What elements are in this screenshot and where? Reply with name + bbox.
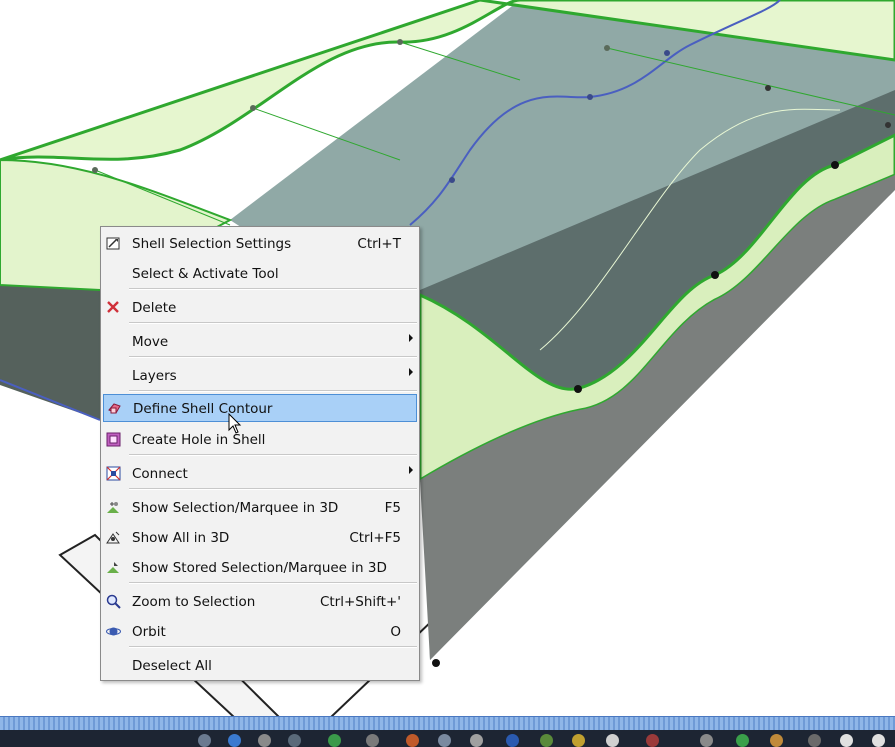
menu-item-deselect-all[interactable]: Deselect All bbox=[101, 652, 419, 680]
menu-item-label: Connect bbox=[132, 466, 188, 482]
hotspot[interactable] bbox=[711, 271, 719, 279]
menu-item-label: Shell Selection Settings bbox=[132, 236, 292, 252]
taskbar-app-icon[interactable] bbox=[572, 734, 585, 747]
taskbar-app-icon[interactable] bbox=[406, 734, 419, 747]
menu-item-label: Deselect All bbox=[132, 658, 212, 674]
taskbar-app-icon[interactable] bbox=[228, 734, 241, 747]
menu-item-label: Delete bbox=[132, 300, 177, 316]
taskbar-app-icon[interactable] bbox=[872, 734, 885, 747]
hotspot[interactable] bbox=[432, 659, 440, 667]
hotspot[interactable] bbox=[92, 167, 98, 173]
menu-item-label: Create Hole in Shell bbox=[132, 432, 266, 448]
menu-separator bbox=[129, 390, 417, 392]
delete-x-icon bbox=[107, 301, 119, 313]
menu-separator bbox=[129, 356, 417, 358]
show-all-3d-icon bbox=[106, 531, 120, 544]
menu-item-shell-selection-settings[interactable]: Shell Selection Settings Ctrl+T bbox=[101, 230, 419, 258]
menu-item-shortcut: F5 bbox=[384, 500, 401, 516]
menu-item-label: Show All in 3D bbox=[132, 530, 230, 546]
taskbar-app-icon[interactable] bbox=[736, 734, 749, 747]
taskbar-app-icon[interactable] bbox=[470, 734, 483, 747]
context-menu: Shell Selection Settings Ctrl+T Select &… bbox=[100, 226, 420, 681]
menu-separator bbox=[129, 454, 417, 456]
menu-item-label: Show Selection/Marquee in 3D bbox=[132, 500, 339, 516]
taskbar-app-icon[interactable] bbox=[438, 734, 451, 747]
taskbar-app-icon[interactable] bbox=[366, 734, 379, 747]
menu-item-select-activate-tool[interactable]: Select & Activate Tool bbox=[101, 260, 419, 288]
hotspot[interactable] bbox=[885, 122, 891, 128]
hotspot[interactable] bbox=[765, 85, 771, 91]
menu-separator bbox=[129, 488, 417, 490]
taskbar-app-icon[interactable] bbox=[840, 734, 853, 747]
shell-contour-icon bbox=[108, 403, 121, 414]
submenu-arrow-icon bbox=[409, 368, 413, 376]
connect-icon bbox=[106, 466, 121, 481]
taskbar-app-icon[interactable] bbox=[606, 734, 619, 747]
taskbar-app-icon[interactable] bbox=[700, 734, 713, 747]
menu-item-connect[interactable]: Connect bbox=[101, 460, 419, 488]
menu-item-label: Zoom to Selection bbox=[132, 594, 256, 610]
hotspot[interactable] bbox=[664, 50, 670, 56]
menu-item-label: Select & Activate Tool bbox=[132, 266, 279, 282]
menu-item-define-shell-contour[interactable]: Define Shell Contour bbox=[103, 394, 417, 422]
hotspot[interactable] bbox=[250, 105, 256, 111]
menu-item-create-hole-in-shell[interactable]: Create Hole in Shell bbox=[101, 426, 419, 454]
hotspot[interactable] bbox=[604, 45, 610, 51]
menu-item-delete[interactable]: Delete bbox=[101, 294, 419, 322]
menu-separator bbox=[129, 322, 417, 324]
submenu-arrow-icon bbox=[409, 334, 413, 342]
hotspot[interactable] bbox=[449, 177, 455, 183]
taskbar-app-icon[interactable] bbox=[258, 734, 271, 747]
menu-separator bbox=[129, 582, 417, 584]
menu-item-layers[interactable]: Layers bbox=[101, 362, 419, 390]
taskbar-app-icon[interactable] bbox=[506, 734, 519, 747]
menu-item-label: Orbit bbox=[132, 624, 166, 640]
window-bottom-border bbox=[0, 716, 895, 730]
hotspot[interactable] bbox=[397, 39, 403, 45]
shell-hole-icon bbox=[106, 432, 121, 447]
orbit-icon bbox=[106, 627, 121, 636]
menu-item-shortcut: Ctrl+Shift+' bbox=[319, 594, 401, 610]
menu-item-label: Define Shell Contour bbox=[133, 401, 273, 417]
taskbar-app-icon[interactable] bbox=[646, 734, 659, 747]
menu-item-show-stored-3d[interactable]: Show Stored Selection/Marquee in 3D bbox=[101, 554, 419, 582]
menu-item-label: Move bbox=[132, 334, 169, 350]
taskbar-app-icon[interactable] bbox=[808, 734, 821, 747]
menu-separator bbox=[129, 288, 417, 290]
menu-item-label: Layers bbox=[132, 368, 177, 384]
menu-item-shortcut: Ctrl+F5 bbox=[349, 530, 401, 546]
taskbar-app-icon[interactable] bbox=[770, 734, 783, 747]
menu-separator bbox=[129, 646, 417, 648]
taskbar-app-icon[interactable] bbox=[288, 734, 301, 747]
menu-item-orbit[interactable]: Orbit O bbox=[101, 618, 419, 646]
menu-item-shortcut: Ctrl+T bbox=[357, 236, 401, 252]
hotspot[interactable] bbox=[587, 94, 593, 100]
menu-item-show-all-3d[interactable]: Show All in 3D Ctrl+F5 bbox=[101, 524, 419, 552]
zoom-selection-icon bbox=[106, 594, 121, 609]
submenu-arrow-icon bbox=[409, 466, 413, 474]
menu-item-shortcut: O bbox=[390, 624, 401, 640]
show-stored-3d-icon bbox=[107, 562, 119, 573]
menu-item-zoom-to-selection[interactable]: Zoom to Selection Ctrl+Shift+' bbox=[101, 588, 419, 616]
hotspot[interactable] bbox=[574, 385, 582, 393]
menu-item-move[interactable]: Move bbox=[101, 328, 419, 356]
menu-item-label: Show Stored Selection/Marquee in 3D bbox=[132, 560, 387, 576]
show-selection-3d-icon bbox=[107, 502, 119, 513]
taskbar-app-icon[interactable] bbox=[198, 734, 211, 747]
taskbar-app-icon[interactable] bbox=[540, 734, 553, 747]
menu-item-show-selection-3d[interactable]: Show Selection/Marquee in 3D F5 bbox=[101, 494, 419, 522]
mouse-cursor-icon bbox=[228, 413, 242, 434]
shell-settings-icon bbox=[106, 237, 120, 250]
hotspot[interactable] bbox=[831, 161, 839, 169]
taskbar bbox=[0, 730, 895, 747]
taskbar-app-icon[interactable] bbox=[328, 734, 341, 747]
